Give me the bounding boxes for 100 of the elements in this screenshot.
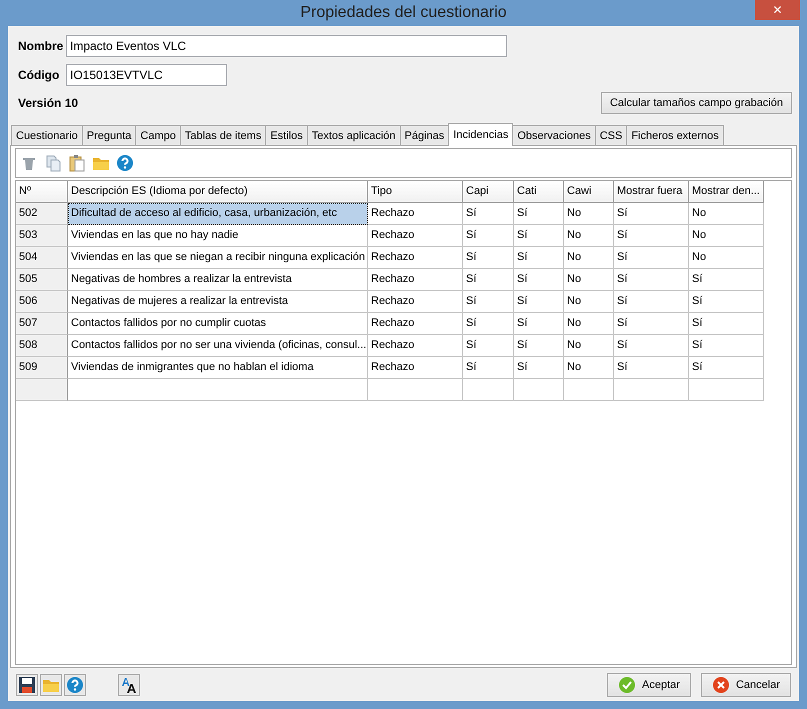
- table-cell: Sí: [463, 291, 514, 313]
- table-cell: Rechazo: [368, 269, 463, 291]
- table-cell: Negativas de hombres a realizar la entrevista: [68, 269, 368, 291]
- close-button[interactable]: ✕: [755, 0, 800, 20]
- table-cell: No: [564, 225, 614, 247]
- table-cell: 507: [16, 313, 68, 335]
- table-cell: 509: [16, 357, 68, 379]
- accept-button[interactable]: Aceptar: [607, 672, 691, 696]
- tab[interactable]: CSS: [594, 125, 628, 145]
- table-cell: No: [564, 335, 614, 357]
- table-cell: Sí: [614, 335, 689, 357]
- paste-icon[interactable]: [68, 154, 86, 172]
- table-cell: Sí: [514, 225, 564, 247]
- code-field[interactable]: IO15013EVTVLC: [66, 64, 227, 86]
- table-cell: Sí: [463, 203, 514, 225]
- column-header[interactable]: Mostrar den...: [689, 181, 764, 203]
- tab[interactable]: Páginas: [400, 125, 450, 145]
- table-cell: Sí: [614, 357, 689, 379]
- tab[interactable]: Ficheros externos: [626, 125, 724, 145]
- table-cell: Sí: [463, 225, 514, 247]
- window-title: Propiedades del cuestionario: [300, 4, 507, 22]
- help-icon[interactable]: [116, 154, 134, 172]
- tab[interactable]: Incidencias: [448, 123, 514, 146]
- table-cell: Contactos fallidos por no cumplir cuotas: [68, 313, 368, 335]
- empty-cell: [463, 379, 514, 401]
- table-cell: 505: [16, 269, 68, 291]
- help-button[interactable]: [64, 674, 86, 696]
- table-cell: Rechazo: [368, 247, 463, 269]
- table-cell: 504: [16, 247, 68, 269]
- save-button[interactable]: [16, 674, 38, 696]
- table-cell: Sí: [463, 335, 514, 357]
- table-cell: 508: [16, 335, 68, 357]
- tab[interactable]: Observaciones: [512, 125, 596, 145]
- table-cell: Sí: [514, 313, 564, 335]
- table-cell: Sí: [514, 269, 564, 291]
- field-label: Código: [18, 68, 60, 82]
- table-cell: Viviendas en las que se niegan a recibir ninguna explicación: [68, 247, 368, 269]
- table-cell: Sí: [614, 313, 689, 335]
- empty-cell: [514, 379, 564, 401]
- table-cell: Rechazo: [368, 357, 463, 379]
- table-cell: Sí: [689, 313, 764, 335]
- table-cell: Sí: [614, 225, 689, 247]
- table-cell: Sí: [689, 269, 764, 291]
- table-cell: No: [564, 357, 614, 379]
- table-cell: Sí: [514, 203, 564, 225]
- column-header[interactable]: Capi: [463, 181, 514, 203]
- table-cell: Rechazo: [368, 225, 463, 247]
- table-cell: Sí: [614, 203, 689, 225]
- table-cell: Negativas de mujeres a realizar la entrevista: [68, 291, 368, 313]
- table-cell: No: [564, 269, 614, 291]
- table-cell: No: [564, 313, 614, 335]
- table-cell: Contactos fallidos por no ser una vivienda (oficinas, consul...: [68, 335, 368, 357]
- table-cell: No: [689, 247, 764, 269]
- font-size-button[interactable]: [118, 674, 140, 696]
- table-cell: No: [564, 291, 614, 313]
- table-cell: Sí: [514, 247, 564, 269]
- column-header[interactable]: Mostrar fuera: [614, 181, 689, 203]
- empty-cell: [564, 379, 614, 401]
- column-header[interactable]: Cawi: [564, 181, 614, 203]
- table-cell: No: [564, 203, 614, 225]
- column-header[interactable]: Tipo: [368, 181, 463, 203]
- copy-icon[interactable]: [44, 154, 62, 172]
- table-cell: 503: [16, 225, 68, 247]
- table-cell: No: [689, 203, 764, 225]
- calculate-button[interactable]: Calcular tamaños campo grabación: [600, 92, 792, 114]
- cancel-button[interactable]: Cancelar: [700, 672, 791, 696]
- tab[interactable]: Pregunta: [82, 125, 136, 145]
- table-cell: Sí: [689, 335, 764, 357]
- table-cell: Rechazo: [368, 313, 463, 335]
- column-header[interactable]: Descripción ES (Idioma por defecto): [68, 181, 368, 203]
- table-cell: 506: [16, 291, 68, 313]
- table-cell: Sí: [463, 357, 514, 379]
- version-label: Versión 10: [18, 96, 78, 110]
- tab[interactable]: Tablas de items: [180, 125, 266, 145]
- table-cell: Sí: [514, 357, 564, 379]
- table-cell: Rechazo: [368, 335, 463, 357]
- name-field[interactable]: Impacto Eventos VLC: [66, 34, 507, 56]
- column-header[interactable]: Cati: [514, 181, 564, 203]
- table-cell: Sí: [463, 313, 514, 335]
- table-cell: Sí: [614, 291, 689, 313]
- table-cell: Dificultad de acceso al edificio, casa, urbanización, etc: [68, 203, 368, 225]
- table-cell: No: [564, 247, 614, 269]
- field-label: Nombre: [18, 38, 64, 52]
- table-cell: No: [689, 225, 764, 247]
- tab[interactable]: Cuestionario: [11, 125, 83, 145]
- table-cell: Sí: [514, 291, 564, 313]
- table-cell: Viviendas en las que no hay nadie: [68, 225, 368, 247]
- tab[interactable]: Textos aplicación: [306, 125, 401, 145]
- table-cell: Rechazo: [368, 291, 463, 313]
- table-cell: Sí: [689, 357, 764, 379]
- check-icon: [618, 676, 636, 694]
- table-cell: Sí: [463, 269, 514, 291]
- tab[interactable]: Campo: [135, 125, 181, 145]
- table-cell: Sí: [614, 269, 689, 291]
- column-header[interactable]: Nº: [16, 181, 68, 203]
- table-cell: 502: [16, 203, 68, 225]
- tab[interactable]: Estilos: [265, 125, 308, 145]
- table-cell: Sí: [614, 247, 689, 269]
- table-cell: Sí: [514, 335, 564, 357]
- table-cell: Sí: [689, 291, 764, 313]
